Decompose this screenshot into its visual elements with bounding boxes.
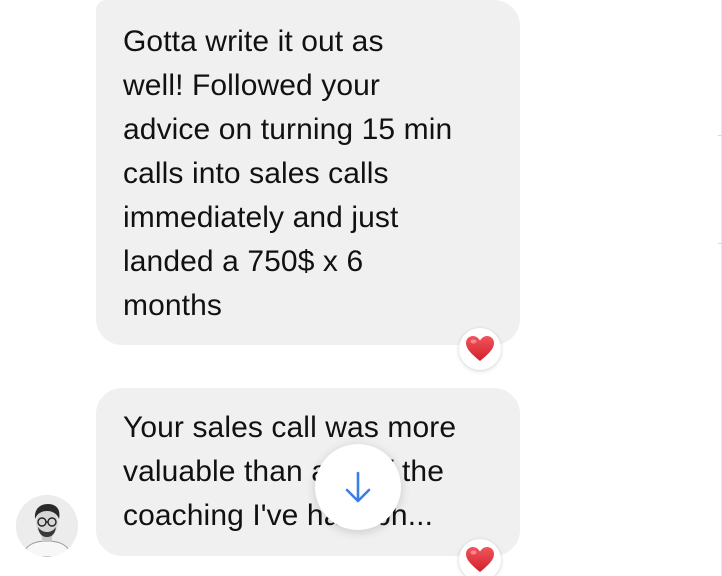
message-text: Your sales call was more valuable than a… <box>123 411 457 532</box>
heart-icon <box>466 547 494 572</box>
message-bubble[interactable]: Gotta write it out as well! Followed you… <box>96 0 520 345</box>
reaction-badge[interactable] <box>459 328 501 370</box>
scroll-tick <box>718 243 722 244</box>
message-text: Gotta write it out as well! Followed you… <box>123 25 453 322</box>
scroll-tick <box>718 135 722 136</box>
scroll-to-bottom-button[interactable] <box>315 444 401 530</box>
heart-icon <box>466 336 494 361</box>
arrow-down-icon <box>345 471 371 503</box>
reaction-badge[interactable] <box>459 539 501 576</box>
chat-screen: Gotta write it out as well! Followed you… <box>0 0 722 576</box>
avatar-image <box>16 495 78 557</box>
avatar[interactable] <box>16 495 78 557</box>
message-bubble[interactable]: Your sales call was more valuable than a… <box>96 388 520 556</box>
